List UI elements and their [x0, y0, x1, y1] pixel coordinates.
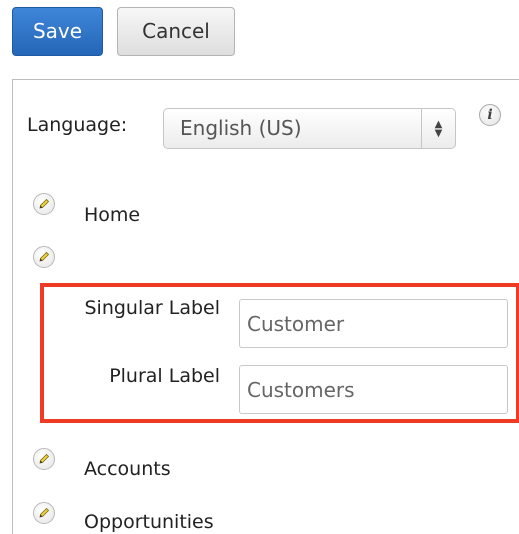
pencil-icon[interactable]	[33, 193, 55, 215]
save-button[interactable]: Save	[12, 7, 103, 56]
info-icon[interactable]: i	[479, 104, 501, 126]
language-select[interactable]: English (US) ▲ ▼	[163, 108, 456, 149]
pencil-icon[interactable]	[33, 448, 55, 470]
pencil-icon[interactable]	[33, 246, 55, 268]
up-down-arrows-icon: ▲ ▼	[421, 109, 455, 148]
studio-rename-modules-page: Save Cancel Language: English (US) ▲ ▼ i …	[0, 0, 519, 534]
plural-label-caption: Plural Label	[109, 365, 220, 387]
module-label-home: Home	[84, 204, 141, 226]
module-label-opportunities: Opportunities	[84, 511, 214, 533]
singular-label-caption: Singular Label	[84, 297, 220, 319]
cancel-button[interactable]: Cancel	[117, 7, 235, 56]
language-label: Language:	[27, 114, 128, 136]
module-label-accounts: Accounts	[84, 458, 171, 480]
pencil-icon[interactable]	[33, 502, 55, 524]
language-select-value: English (US)	[180, 116, 302, 140]
singular-label-input[interactable]	[239, 299, 508, 348]
plural-label-input[interactable]	[239, 365, 508, 414]
